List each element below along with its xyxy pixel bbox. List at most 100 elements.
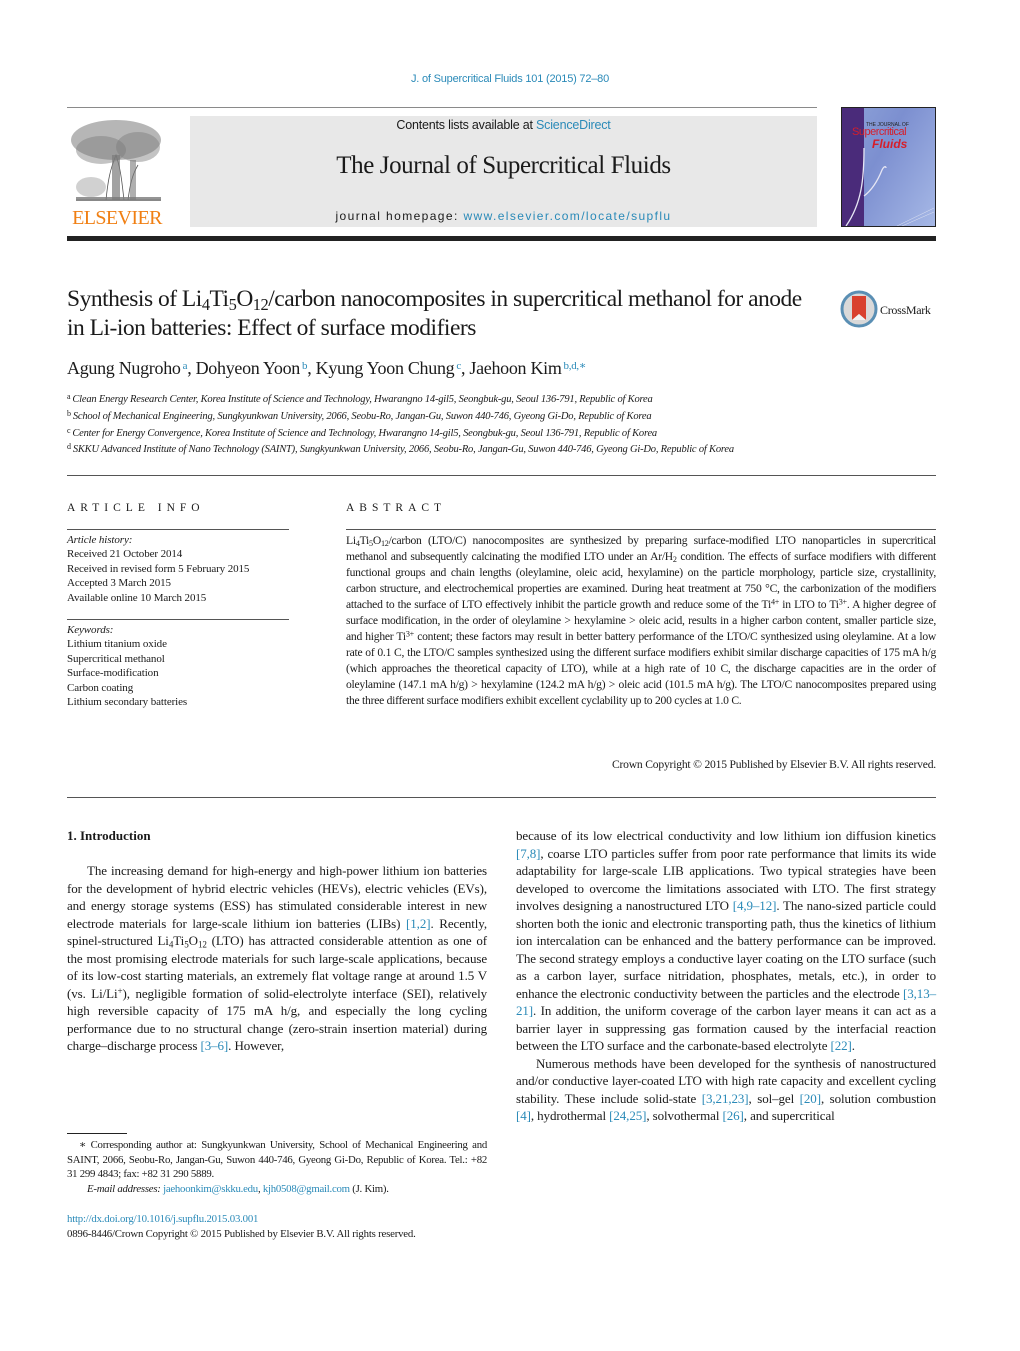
affiliation-letter: b (67, 408, 71, 418)
body-run: . In addition, the uniform coverage of t… (516, 1003, 936, 1053)
keyword-item: Surface-modification (67, 667, 159, 680)
title-subscript: 4 (201, 295, 210, 315)
affiliation-text: Clean Energy Research Center, Korea Inst… (72, 393, 653, 405)
crossmark-icon (840, 290, 878, 328)
article-info-rule (67, 529, 289, 530)
body-paragraph: because of its low electrical conductivi… (516, 827, 936, 1055)
history-received: Received 21 October 2014 (67, 548, 183, 561)
superscript: 3+ (838, 597, 847, 607)
contents-line: Contents lists available at ScienceDirec… (190, 118, 817, 132)
affiliation-mark[interactable]: b,d,∗ (564, 360, 587, 372)
title-text: Ti (209, 286, 230, 312)
keyword-item: Lithium secondary batteries (67, 696, 188, 709)
history-label: Article history: (67, 534, 133, 546)
author-list: Agung Nugroho a, Dohyeon Yoon b, Kyung Yoo… (67, 358, 587, 378)
abstract-rule (346, 529, 936, 530)
homepage-prefix: journal homepage: (335, 209, 464, 223)
body-run: , and supercritical (743, 1108, 835, 1123)
reference-link[interactable]: [4,9–12] (733, 898, 777, 913)
body-rule (67, 797, 936, 798)
reference-link[interactable]: [24,25] (609, 1108, 646, 1123)
journal-citation-link[interactable]: J. of Supercritical Fluids 101 (2015) 72… (0, 73, 1020, 85)
contents-prefix: Contents lists available at (396, 118, 537, 132)
affiliation-text: Center for Energy Convergence, Korea Ins… (72, 427, 657, 439)
abstract-run: in LTO to Ti (779, 598, 839, 611)
title-text: O (236, 286, 253, 312)
body-run: , sol–gel (748, 1090, 800, 1106)
subscript: 12 (197, 939, 207, 950)
keyword-item: Lithium titanium oxide (67, 638, 167, 651)
keywords-rule (67, 619, 289, 620)
doi-link[interactable]: http://dx.doi.org/10.1016/j.supflu.2015.… (67, 1212, 497, 1227)
article-history: Article history: Received 21 October 201… (67, 533, 292, 605)
affiliation-item: a Clean Energy Research Center, Korea Ins… (67, 390, 827, 407)
abstract-run: Ti (359, 534, 370, 547)
cover-stream-graphic (845, 148, 935, 226)
section-rule (67, 475, 936, 476)
introduction-heading: 1. Introduction (67, 828, 151, 843)
affiliation-mark[interactable]: b (302, 360, 308, 372)
reference-link[interactable]: [3,21,23] (702, 1091, 749, 1106)
email-link-2[interactable]: kjh0508@gmail.com (263, 1183, 350, 1195)
affiliation-letter: a (67, 392, 71, 401)
author-name[interactable]: Jaehoon Kim (469, 358, 561, 378)
reference-link[interactable]: [7,8] (516, 846, 541, 861)
homepage-link[interactable]: www.elsevier.com/locate/supflu (463, 209, 671, 223)
article-info-heading: ARTICLE INFO (67, 502, 205, 514)
header-rule (67, 107, 817, 108)
affiliation-item: b School of Mechanical Engineering, Sungk… (67, 407, 827, 424)
abstract-run: O (372, 534, 381, 547)
journal-masthead: Contents lists available at ScienceDirec… (190, 116, 817, 227)
body-paragraph: Numerous methods have been developed for… (516, 1055, 936, 1125)
reference-link[interactable]: [1,2] (406, 916, 431, 931)
affiliation-item: c Center for Energy Convergence, Korea In… (67, 424, 827, 441)
keyword-item: Supercritical methanol (67, 652, 165, 665)
keywords-label: Keywords: (67, 624, 114, 636)
reference-link[interactable]: [22] (831, 1038, 852, 1053)
history-accepted: Accepted 3 March 2015 (67, 577, 171, 590)
abstract-run: content; these factors may result in bet… (346, 630, 936, 707)
affiliation-list: a Clean Energy Research Center, Korea Ins… (67, 390, 827, 457)
reference-link[interactable]: [3–6] (200, 1038, 228, 1053)
reference-link[interactable]: [20] (800, 1091, 821, 1106)
author-name[interactable]: Agung Nugroho (67, 358, 181, 378)
body-run: . The nano-sized particle could shorten … (516, 898, 937, 1001)
history-online: Available online 10 March 2015 (67, 591, 207, 604)
introduction-right-column: because of its low electrical conductivi… (516, 827, 936, 1125)
body-run: . (851, 1038, 855, 1053)
elsevier-tree-icon (71, 120, 161, 201)
journal-cover-image[interactable]: THE JOURNAL OF Supercritical Fluids (841, 107, 936, 227)
subscript: 12 (380, 539, 389, 549)
body-run: Ti (173, 933, 185, 948)
email-link-1[interactable]: jaehoonkim@skku.edu (163, 1183, 258, 1195)
body-run: O (188, 933, 198, 948)
affiliation-letter: c (67, 425, 71, 435)
corresponding-author-footnote: ∗ Corresponding author at: Sungkyunkwan … (67, 1138, 487, 1196)
sciencedirect-link[interactable]: ScienceDirect (536, 118, 611, 132)
email-line: E-mail addresses: jaehoonkim@skku.edu, k… (87, 1182, 389, 1195)
affiliation-item: d SKKU Advanced Institute of Nano Technol… (67, 440, 827, 457)
affiliation-text: SKKU Advanced Institute of Nano Technolo… (72, 444, 734, 456)
issn-copyright: 0896-8446/Crown Copyright © 2015 Publish… (67, 1227, 416, 1240)
crossmark-badge[interactable]: CrossMark (840, 290, 940, 330)
reference-link[interactable]: [26] (723, 1108, 744, 1123)
abstract-text: Li4Ti5O12/carbon (LTO/C) nanocomposites … (346, 533, 936, 709)
introduction-left-column: The increasing demand for high-energy an… (67, 862, 487, 1055)
affiliation-text: School of Mechanical Engineering, Sungky… (72, 410, 652, 422)
body-run: , solvothermal (646, 1108, 723, 1123)
body-run: , hydrothermal (530, 1108, 610, 1123)
body-run: . However, (228, 1038, 285, 1053)
history-revised: Received in revised form 5 February 2015 (67, 562, 250, 575)
footnote-rule (67, 1133, 127, 1134)
reference-link[interactable]: [4] (516, 1108, 531, 1123)
affiliation-mark[interactable]: c (456, 360, 461, 372)
affiliation-mark[interactable]: a (183, 360, 188, 372)
author-name[interactable]: Dohyeon Yoon (196, 358, 301, 378)
abstract-run: Li (346, 534, 356, 547)
author-name[interactable]: Kyung Yoon Chung (316, 358, 455, 378)
elsevier-logo[interactable]: ELSEVIER (66, 115, 168, 229)
superscript: 4+ (770, 597, 780, 607)
corresponding-author-text: ∗ Corresponding author at: Sungkyunkwan … (67, 1139, 487, 1180)
body-run: , solution combustion (820, 1090, 936, 1106)
abstract-copyright: Crown Copyright © 2015 Published by Else… (611, 758, 936, 771)
